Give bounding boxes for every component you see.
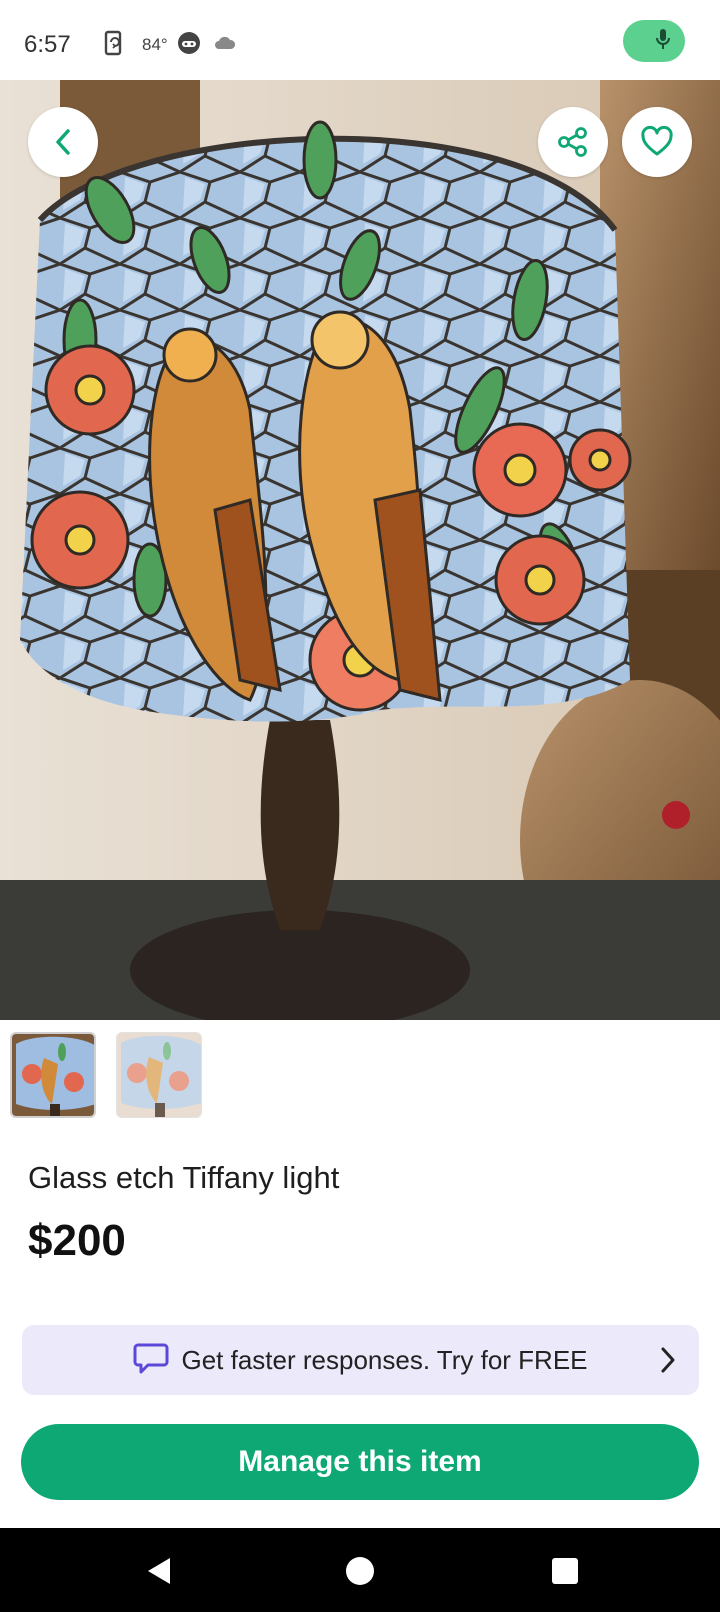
favorite-button[interactable]	[622, 107, 692, 177]
heart-icon	[640, 126, 674, 158]
share-icon	[556, 125, 590, 159]
game-controller-icon	[176, 30, 202, 61]
thumbnail-1[interactable]	[10, 1032, 96, 1118]
chevron-right-icon	[659, 1345, 677, 1380]
back-button[interactable]	[28, 107, 98, 177]
back-chevron-icon	[53, 127, 73, 157]
status-temperature: 84°	[142, 35, 168, 54]
item-title: Glass etch Tiffany light	[28, 1160, 340, 1195]
promo-banner[interactable]: Get faster responses. Try for FREE	[22, 1325, 699, 1395]
status-time: 6:57	[24, 31, 71, 58]
nav-back-icon[interactable]	[142, 1554, 176, 1588]
microphone-icon	[655, 27, 671, 56]
cloud-icon	[214, 36, 236, 55]
item-photo[interactable]	[0, 80, 720, 1020]
manage-item-button[interactable]: Manage this item	[21, 1424, 699, 1500]
share-button[interactable]	[538, 107, 608, 177]
promo-text: Get faster responses. Try for FREE	[181, 1344, 588, 1375]
thumbnail-strip	[10, 1032, 202, 1118]
nav-recents-icon[interactable]	[548, 1554, 582, 1588]
microphone-indicator	[623, 20, 685, 62]
item-price: $200	[28, 1216, 126, 1265]
system-nav-bar	[0, 1528, 720, 1612]
tiffany-lamp-photo	[0, 80, 720, 1020]
status-bar: 6:57 84°	[0, 0, 720, 80]
chat-bubble-icon	[133, 1341, 169, 1380]
nav-home-icon[interactable]	[343, 1554, 377, 1588]
screen-rotate-icon	[103, 30, 125, 61]
thumbnail-2[interactable]	[116, 1032, 202, 1118]
